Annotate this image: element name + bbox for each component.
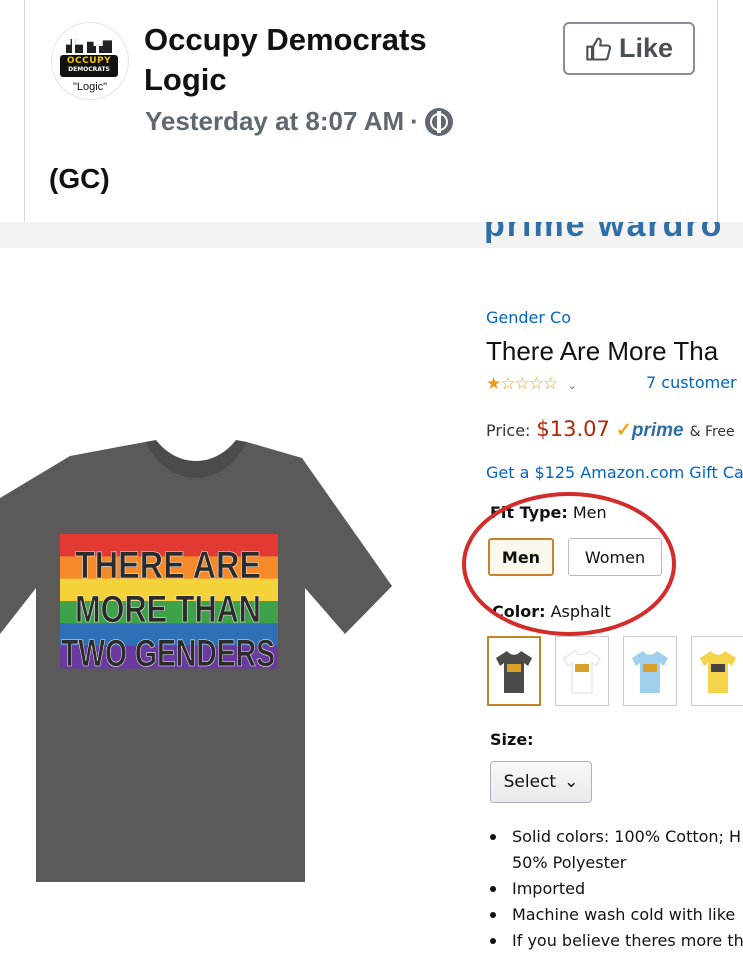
bullet-item: Machine wash cold with like — [486, 902, 743, 928]
price-value: $13.07 — [536, 417, 610, 441]
prime-badge: ✓prime — [616, 419, 684, 442]
bullet-item: Solid colors: 100% Cotton; H — [486, 824, 743, 850]
star-rating[interactable]: ★☆☆☆☆ ⌄ — [486, 374, 577, 394]
swatch-shirt-icon — [563, 650, 601, 694]
bullet-item: If you believe theres more th — [486, 928, 743, 954]
star-icons: ★☆☆☆☆ — [486, 374, 558, 394]
globe-icon — [424, 107, 453, 136]
prime-label: prime — [631, 420, 684, 441]
avatar-caption: "Logic" — [72, 81, 108, 93]
size-select-dropdown[interactable]: Select ⌄ — [490, 761, 592, 803]
gift-card-link[interactable]: Get a $125 Amazon.com Gift Ca — [486, 463, 743, 482]
like-page-button[interactable]: Like — [563, 22, 695, 75]
color-swatch-blue[interactable] — [623, 636, 677, 706]
red-annotation-circle — [462, 492, 676, 636]
post-timestamp[interactable]: Yesterday at 8:07 AM — [145, 106, 404, 137]
size-select-value: Select — [503, 772, 557, 792]
skyline-logo-icon — [66, 39, 112, 53]
avatar-banner-top: OCCUPY — [66, 56, 112, 66]
swatch-shirt-icon — [632, 651, 668, 693]
product-image[interactable]: THERE ARE MORE THAN TWO GENDERS — [0, 438, 392, 884]
price-label: Price: — [486, 421, 531, 440]
shirt-line-2: MORE THAN — [75, 589, 261, 631]
product-title: There Are More Tha — [486, 336, 719, 366]
page-avatar[interactable]: OCCUPY DEMOCRATS "Logic" — [51, 22, 129, 100]
prime-check-icon: ✓ — [615, 420, 632, 441]
shirt-line-3: TWO GENDERS — [61, 633, 275, 675]
brand-link[interactable]: Gender Co — [486, 308, 571, 327]
price-row: Price: $13.07 ✓prime & Free — [486, 417, 735, 442]
thumbs-up-icon — [586, 36, 612, 61]
color-swatch-white[interactable] — [555, 636, 609, 706]
post-meta: Yesterday at 8:07 AM · — [145, 106, 453, 137]
free-shipping-text[interactable]: & Free — [690, 424, 735, 440]
cropped-amazon-header: prime wardro — [0, 222, 743, 248]
chevron-down-icon[interactable]: ⌄ — [568, 379, 577, 392]
chevron-down-icon: ⌄ — [564, 772, 579, 792]
size-label: Size: — [490, 730, 534, 749]
avatar-banner: OCCUPY DEMOCRATS — [60, 55, 118, 77]
like-button-label: Like — [618, 33, 674, 63]
page-name-link[interactable]: Occupy Democrats Logic — [144, 20, 484, 100]
shirt-line-1: THERE ARE — [75, 545, 261, 587]
facebook-post-header: OCCUPY DEMOCRATS "Logic" Occupy Democrat… — [24, 0, 718, 222]
swatch-shirt-icon — [700, 651, 736, 693]
bullet-item: 50% Polyester — [512, 853, 627, 872]
bullet-item: Imported — [486, 876, 743, 902]
color-swatch-asphalt[interactable] — [487, 636, 541, 706]
reviews-link[interactable]: 7 customer r — [646, 373, 743, 392]
meta-separator: · — [410, 106, 419, 136]
tshirt-image: THERE ARE MORE THAN TWO GENDERS — [0, 440, 392, 882]
color-swatch-yellow[interactable] — [691, 636, 743, 706]
avatar-banner-bottom: DEMOCRATS — [68, 66, 110, 73]
feature-bullets: Solid colors: 100% Cotton; H 50% Polyest… — [486, 824, 743, 954]
post-caption: (GC) — [49, 163, 110, 194]
swatch-shirt-icon — [496, 651, 532, 693]
cropped-header-text: prime wardro — [484, 222, 724, 244]
